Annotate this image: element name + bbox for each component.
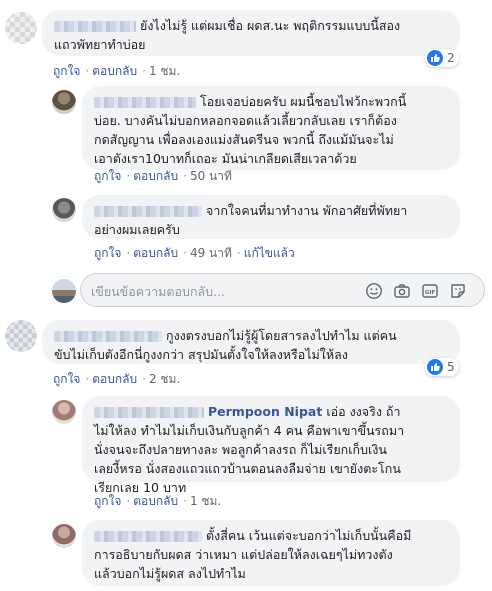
reply-link[interactable]: ตอบกลับ [133, 246, 178, 260]
like-link[interactable]: ถูกใจ [94, 494, 121, 508]
comment-text: ขับไม่เก็บตังอีกนี่กูงงกว่า สรุปมันตั้งใ… [54, 347, 348, 362]
reaction-count[interactable]: 2 [425, 49, 459, 67]
comment-bubble: โอยเจอบ่อยครับ ผมนี้ชอบไฟว้กะพวกนี้ บ่อย… [82, 86, 460, 170]
edited-label[interactable]: แก้ไขแล้ว [244, 246, 295, 260]
commenter-name[interactable] [54, 331, 162, 342]
avatar[interactable] [52, 198, 76, 222]
commenter-name[interactable] [94, 407, 204, 418]
gif-icon[interactable]: GIF [421, 282, 439, 300]
comment-actions: ถูกใจ · ตอบกลับ · 1 ชม. [94, 494, 222, 508]
reply-input[interactable] [91, 281, 351, 301]
avatar[interactable] [52, 90, 76, 114]
comment-text: โอยเจอบ่อยครับ ผมนี้ชอบไฟว้กะพวกนี้ [200, 94, 407, 109]
comment-bubble: กูงงตรงบอกไม่รู้ผู้โดยสารลงไปทำไม แต่คน … [42, 320, 460, 364]
timestamp[interactable]: 2 ชม. [149, 372, 180, 386]
like-icon [427, 50, 443, 66]
commenter-name[interactable] [94, 206, 202, 217]
reply-composer: GIF [80, 273, 485, 307]
comment-text: แล้วบอกไม่รู้ผดส ลงไปทำไม [94, 566, 246, 581]
comment-actions: ถูกใจ · ตอบกลับ · 50 นาที [94, 169, 232, 183]
comment-text: แถวพัทยาทำบ่อย [54, 37, 146, 52]
svg-text:GIF: GIF [425, 290, 436, 296]
comment-text: เอ่อ งงจริง ถ้า [326, 404, 401, 419]
comment-text: อย่างผมเลยครับ [94, 222, 180, 237]
emoji-icon[interactable] [365, 282, 383, 300]
comment-bubble: ยังไงไม่รู้ แต่ผมเชื่อ ผดส.นะ พฤติกรรมแบ… [42, 10, 460, 56]
comment-text: จากใจคนที่มาทำงาน พักอาศัยที่พัทยา [206, 203, 408, 218]
timestamp[interactable]: 1 ชม. [149, 64, 180, 78]
reply-link[interactable]: ตอบกลับ [92, 64, 137, 78]
comment-bubble: ตั้งสี่คน เว้นแต่จะบอกว่าไม่เก็บนั้นคือม… [82, 520, 460, 586]
like-icon [427, 359, 443, 375]
avatar[interactable] [52, 400, 76, 424]
commenter-name[interactable] [94, 531, 202, 542]
timestamp[interactable]: 50 นาที [190, 169, 232, 183]
comment-actions: ถูกใจ · ตอบกลับ · 49 นาที · แก้ไขแล้ว [94, 246, 295, 260]
timestamp[interactable]: 1 ชม. [190, 494, 221, 508]
comment-text: การอธิบายกับผดส ว่าเหมา แต่ปล่อยให้ลงเฉย… [94, 547, 393, 562]
comment-text: ตั้งสี่คน เว้นแต่จะบอกว่าไม่เก็บนั้นคือม… [206, 528, 412, 543]
comment-actions: ถูกใจ · ตอบกลับ · 2 ชม. [53, 372, 181, 386]
commenter-name[interactable]: Permpoon Nipat [208, 404, 322, 419]
comment-text: บ่อย. บางคันไม่บอกหลอกจอดแล้วเลี้ยวกลับเ… [94, 113, 397, 128]
avatar[interactable] [5, 320, 37, 352]
comment-actions: ถูกใจ · ตอบกลับ · 1 ชม. [53, 64, 181, 78]
like-link[interactable]: ถูกใจ [94, 169, 121, 183]
camera-icon[interactable] [393, 282, 411, 300]
commenter-name[interactable] [94, 97, 196, 108]
comment-text: ยังไงไม่รู้ แต่ผมเชื่อ ผดส.นะ พฤติกรรมแบ… [140, 18, 401, 33]
avatar[interactable] [5, 12, 37, 44]
comment-bubble: Permpoon Nipat เอ่อ งงจริง ถ้า ไม่ให้ลง ท… [82, 396, 460, 495]
timestamp[interactable]: 49 นาที [190, 246, 232, 260]
reply-link[interactable]: ตอบกลับ [92, 372, 137, 386]
like-link[interactable]: ถูกใจ [53, 372, 80, 386]
like-link[interactable]: ถูกใจ [94, 246, 121, 260]
comment-text: กูงงตรงบอกไม่รู้ผู้โดยสารลงไปทำไม แต่คน [166, 328, 397, 343]
my-avatar [52, 279, 76, 303]
comment-text: เลยงี้หรอ นั่งสองแถวแถวบ้านตอนลงลืมจ่าย … [94, 461, 401, 476]
reaction-count[interactable]: 5 [425, 358, 459, 376]
comment-text: กดสัญญาน เพื่อลงเองแม่งสันดรีนจ พวกนี้ ถ… [94, 132, 394, 147]
sticker-icon[interactable] [449, 282, 467, 300]
commenter-name[interactable] [54, 21, 136, 32]
comment-bubble: จากใจคนที่มาทำงาน พักอาศัยที่พัทยา อย่าง… [82, 195, 460, 239]
comment-text: นั่งจนจะถึงปลายทางละ พอลูกค้าลงรถ ก็ไม่เ… [94, 442, 387, 457]
comment-text: เอาตังเรา10บาทก็เถอะ มันน่าเกลียดเสียเวล… [94, 151, 357, 166]
avatar[interactable] [52, 524, 76, 548]
comment-text: ไม่ให้ลง ทำไมไม่เก็บเงินกับลูกค้า 4 คน ค… [94, 423, 405, 438]
reply-link[interactable]: ตอบกลับ [133, 494, 178, 508]
reply-link[interactable]: ตอบกลับ [133, 169, 178, 183]
like-link[interactable]: ถูกใจ [53, 64, 80, 78]
